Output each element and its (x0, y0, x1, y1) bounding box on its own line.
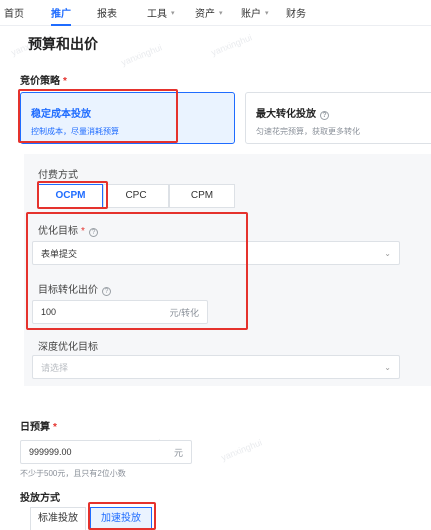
chevron-down-icon: ⌄ (384, 248, 391, 258)
delivery-option-accelerated[interactable]: 加速投放 (90, 507, 152, 530)
delivery-label: 投放方式 (20, 493, 60, 504)
target-bid-label: 目标转化出价? (38, 281, 111, 296)
required-mark: * (53, 422, 57, 433)
input-value: 999999.00 (29, 447, 72, 457)
strategy-card-desc: 匀速花完预算，获取更多转化 (256, 127, 360, 136)
payment-option-cpc[interactable]: CPC (103, 184, 169, 208)
deep-goal-label: 深度优化目标 (38, 342, 98, 353)
input-suffix: 元/转化 (169, 307, 199, 318)
optimization-goal-select[interactable]: 表单提交 ⌄ (32, 241, 400, 265)
nav-label: 财务 (286, 9, 306, 20)
nav-item-account[interactable]: 账户 ▾ (241, 0, 269, 26)
payment-label: 付费方式 (38, 170, 78, 181)
select-placeholder: 请选择 (41, 362, 69, 373)
nav-item-promotion[interactable]: 推广 (51, 0, 71, 26)
watermark: yanxinghui (219, 437, 264, 463)
strategy-card-desc: 控制成本，尽量消耗预算 (31, 127, 119, 136)
strategy-card-title: 稳定成本投放 (31, 109, 91, 120)
select-value: 表单提交 (41, 248, 78, 259)
nav-label: 报表 (97, 9, 117, 20)
nav-label: 工具 (147, 9, 167, 20)
deep-goal-select[interactable]: 请选择 ⌄ (32, 355, 400, 379)
strategy-card-stable-cost[interactable]: 稳定成本投放 控制成本，尽量消耗预算 (20, 92, 235, 144)
nav-item-home[interactable]: 首页 (4, 0, 24, 26)
required-mark: * (81, 226, 85, 237)
chevron-down-icon: ⌄ (384, 362, 391, 372)
optimization-goal-label: 优化目标 *? (38, 222, 98, 237)
nav-label: 推广 (51, 9, 71, 20)
nav-item-tools[interactable]: 工具 ▾ (147, 0, 175, 26)
strategy-label: 竞价策略 * (20, 76, 67, 87)
delivery-option-standard[interactable]: 标准投放 (30, 507, 86, 530)
help-icon[interactable]: ? (320, 111, 329, 120)
payment-option-cpm[interactable]: CPM (169, 184, 235, 208)
help-icon[interactable]: ? (88, 228, 98, 237)
required-mark: * (63, 76, 67, 87)
chevron-down-icon: ▾ (219, 9, 223, 17)
nav-item-finance[interactable]: 财务 (286, 0, 306, 26)
nav-label: 首页 (4, 9, 24, 20)
daily-budget-label: 日预算 * (20, 422, 57, 433)
top-nav: 首页 推广 报表 工具 ▾ 资产 ▾ 账户 ▾ 财务 (0, 0, 431, 26)
daily-budget-hint: 不少于500元，且只有2位小数 (20, 469, 126, 478)
chevron-down-icon: ▾ (265, 9, 269, 17)
help-icon[interactable]: ? (102, 287, 111, 296)
nav-item-reports[interactable]: 报表 (97, 0, 117, 26)
watermark: yanxinghui (119, 42, 164, 68)
payment-option-ocpm[interactable]: OCPM (38, 184, 103, 208)
strategy-card-max-conversion[interactable]: 最大转化投放? 匀速花完预算，获取更多转化 (245, 92, 431, 144)
nav-item-assets[interactable]: 资产 ▾ (195, 0, 223, 26)
strategy-card-title: 最大转化投放? (256, 105, 424, 120)
daily-budget-input[interactable]: 999999.00 元 (20, 440, 192, 464)
section-title: 预算和出价 (28, 36, 98, 52)
input-value: 100 (41, 307, 57, 317)
target-bid-input[interactable]: 100 元/转化 (32, 300, 208, 324)
chevron-down-icon: ▾ (171, 9, 175, 17)
input-suffix: 元 (173, 447, 183, 458)
watermark: yanxinghui (209, 32, 254, 58)
nav-label: 账户 (241, 9, 261, 20)
nav-label: 资产 (195, 9, 215, 20)
